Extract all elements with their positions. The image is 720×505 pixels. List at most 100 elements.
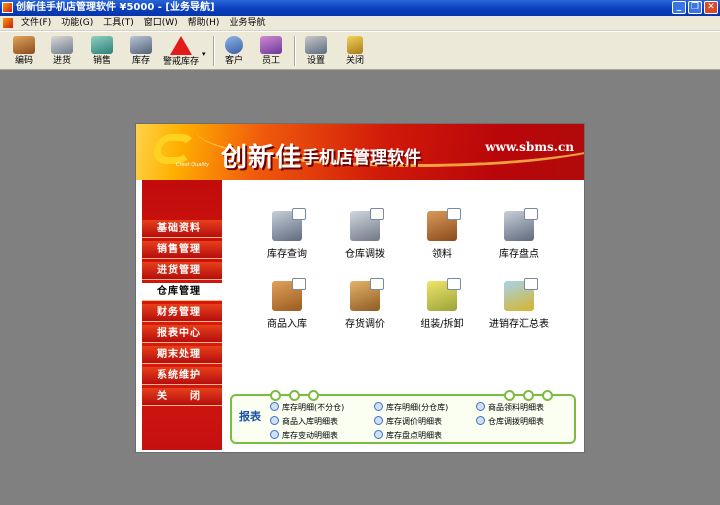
- toolbar-settings-button[interactable]: 设置: [298, 34, 334, 68]
- module-price-adjustment[interactable]: 存货调价: [325, 278, 405, 330]
- module-label: 领料: [432, 249, 452, 260]
- menu-file[interactable]: 文件(F): [16, 16, 56, 30]
- toolbar-label: 销售: [92, 56, 111, 66]
- sidebar-item-period-end[interactable]: 期末处理: [142, 346, 222, 364]
- toolbar-label: 员工: [261, 56, 280, 66]
- toolbar-sales-button[interactable]: 销售: [84, 34, 120, 68]
- menu-function[interactable]: 功能(G): [56, 16, 98, 30]
- sidebar-item-close[interactable]: 关 闭: [142, 388, 222, 406]
- report-link[interactable]: 库存明细(分仓库): [374, 402, 448, 413]
- report-doc-icon: [374, 430, 383, 439]
- sidebar-item-warehouse[interactable]: 仓库管理: [142, 283, 222, 301]
- report-link[interactable]: 库存变动明细表: [270, 430, 338, 441]
- tools-icon: [305, 36, 327, 54]
- toolbar-customer-button[interactable]: 客户: [216, 34, 252, 68]
- binder-ring: [523, 390, 534, 401]
- module-warehouse-transfer[interactable]: 仓库调拨: [325, 208, 405, 260]
- reports-box: 报表 库存明细(不分仓) 库存明细(分仓库) 商品领料明细表 商品入库明细表 库…: [230, 390, 576, 444]
- window-title: 创新佳手机店管理软件 ¥5000 - [业务导航]: [16, 2, 215, 13]
- restore-button[interactable]: ❐: [688, 1, 702, 14]
- summary-report-icon: [504, 278, 538, 311]
- toolbar-label: 警戒库存: [162, 57, 199, 67]
- toolbar-staff-button[interactable]: 员工: [253, 34, 289, 68]
- goods-receipt-icon: [272, 278, 306, 311]
- app-icon: [2, 2, 13, 13]
- chevron-down-icon[interactable]: ▾: [202, 50, 206, 58]
- report-doc-icon: [374, 402, 383, 411]
- report-link[interactable]: 仓库调拨明细表: [476, 416, 544, 427]
- toolbar-label: 设置: [306, 56, 325, 66]
- toolbar-label: 进货: [52, 56, 71, 66]
- report-link[interactable]: 库存盘点明细表: [374, 430, 442, 441]
- report-link-label: 商品领料明细表: [488, 403, 544, 412]
- sidebar-item-reports[interactable]: 报表中心: [142, 325, 222, 343]
- toolbar-label: 客户: [224, 56, 243, 66]
- sidebar-item-sales[interactable]: 销售管理: [142, 241, 222, 259]
- banner: Creat Quality 创新佳 手机店管理软件 www.sbms.cn: [136, 124, 584, 180]
- toolbar-separator: [294, 36, 296, 66]
- module-assembly[interactable]: 组装/拆卸: [402, 278, 482, 330]
- toolbar-alert-stock-button[interactable]: 警戒库存: [161, 34, 201, 68]
- reports-title: 报表: [239, 410, 261, 423]
- warehouse-transfer-icon: [350, 208, 384, 241]
- toolbar-label: 库存: [131, 56, 150, 66]
- binder-rings-right: [504, 390, 553, 401]
- warehouse-icon: [130, 36, 152, 54]
- mdi-system-icon[interactable]: [3, 18, 13, 28]
- report-link-label: 库存变动明细表: [282, 431, 338, 440]
- module-inventory-query[interactable]: 库存查询: [247, 208, 327, 260]
- report-link[interactable]: 库存调价明细表: [374, 416, 442, 427]
- menu-bar: 文件(F) 功能(G) 工具(T) 窗口(W) 帮助(H) 业务导航: [0, 16, 720, 31]
- report-link-label: 库存明细(分仓库): [386, 403, 449, 412]
- minimize-button[interactable]: _: [672, 1, 686, 14]
- toolbar-purchase-button[interactable]: 进货: [44, 34, 80, 68]
- sidebar-item-purchase[interactable]: 进货管理: [142, 262, 222, 280]
- sidebar-item-basic-data[interactable]: 基础资料: [142, 220, 222, 238]
- exit-door-icon: [347, 36, 363, 54]
- module-label: 仓库调拨: [345, 249, 385, 260]
- report-link[interactable]: 商品入库明细表: [270, 416, 338, 427]
- brand-logo: Creat Quality: [150, 134, 209, 170]
- menu-business-nav[interactable]: 业务导航: [224, 16, 270, 30]
- toolbar: 编码 进货 销售 库存 警戒库存 ▾ 客户 员工 设置 关闭: [0, 31, 720, 70]
- module-label: 存货调价: [345, 319, 385, 330]
- menu-help[interactable]: 帮助(H): [183, 16, 225, 30]
- report-link-label: 仓库调拨明细表: [488, 417, 544, 426]
- report-link-label: 库存调价明细表: [386, 417, 442, 426]
- materials-icon: [427, 208, 461, 241]
- toolbar-label: 编码: [14, 56, 33, 66]
- report-doc-icon: [374, 416, 383, 425]
- report-link[interactable]: 商品领料明细表: [476, 402, 544, 413]
- module-goods-receipt[interactable]: 商品入库: [247, 278, 327, 330]
- binder-ring: [270, 390, 281, 401]
- menu-window[interactable]: 窗口(W): [139, 16, 183, 30]
- module-material-requisition[interactable]: 领料: [402, 208, 482, 260]
- toolbar-label: 关闭: [345, 56, 364, 66]
- report-link-label: 商品入库明细表: [282, 417, 338, 426]
- module-label: 库存查询: [267, 249, 307, 260]
- binder-ring: [504, 390, 515, 401]
- brand-subtitle: 手机店管理软件: [302, 148, 421, 168]
- module-stocktaking[interactable]: 库存盘点: [479, 208, 559, 260]
- report-link[interactable]: 库存明细(不分仓): [270, 402, 344, 413]
- report-doc-icon: [476, 402, 485, 411]
- close-button[interactable]: ✕: [704, 1, 718, 14]
- toolbar-close-button[interactable]: 关闭: [337, 34, 373, 68]
- module-label: 商品入库: [267, 319, 307, 330]
- toolbar-code-button[interactable]: 编码: [6, 34, 42, 68]
- toolbar-inventory-button[interactable]: 库存: [123, 34, 159, 68]
- report-doc-icon: [270, 430, 279, 439]
- sidebar-item-system[interactable]: 系统维护: [142, 367, 222, 385]
- binder-ring: [289, 390, 300, 401]
- business-navigation-window: Creat Quality 创新佳 手机店管理软件 www.sbms.cn 基础…: [135, 123, 585, 453]
- report-link-label: 库存盘点明细表: [386, 431, 442, 440]
- report-doc-icon: [270, 402, 279, 411]
- binder-rings-left: [270, 390, 319, 401]
- report-doc-icon: [270, 416, 279, 425]
- sidebar-item-finance[interactable]: 财务管理: [142, 304, 222, 322]
- menu-tools[interactable]: 工具(T): [98, 16, 139, 30]
- warning-icon: [170, 36, 192, 55]
- cart-icon: [91, 36, 113, 54]
- module-inventory-summary[interactable]: 进销存汇总表: [479, 278, 559, 330]
- inventory-query-icon: [272, 208, 306, 241]
